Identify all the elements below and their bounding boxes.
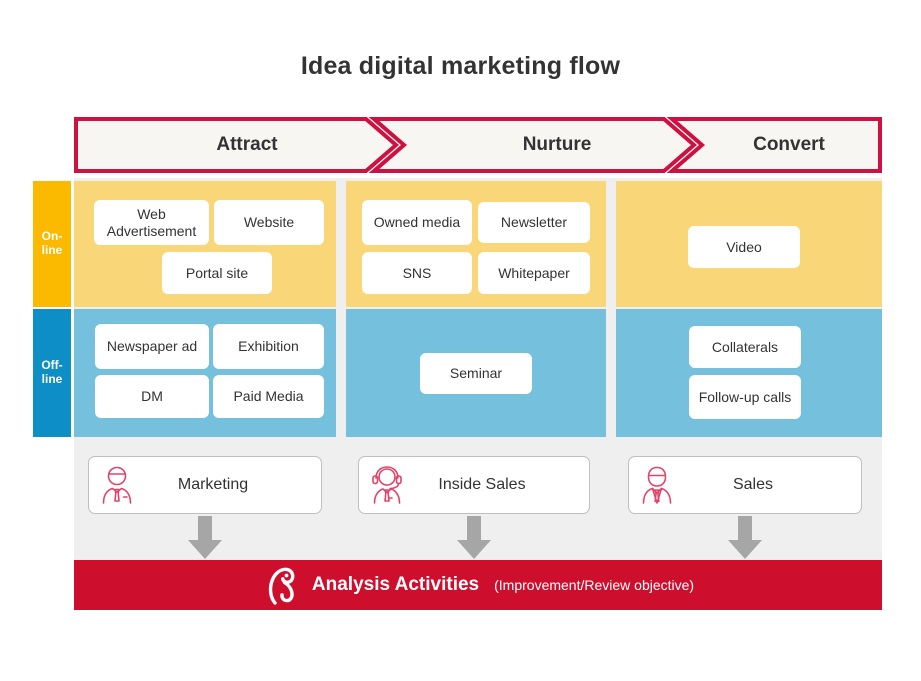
analysis-subtitle: (Improvement/Review objective) [494,577,695,593]
row-tab-offline: Off- line [33,309,71,437]
stage-label-attract[interactable]: Attract [82,117,412,173]
role-box-sales[interactable]: Sales [628,456,862,514]
row-tab-online-line1: On- [41,229,63,244]
channel-chip[interactable]: Follow-up calls [689,375,801,419]
row-tab-offline-line1: Off- [41,358,63,373]
row-tab-online-line2: line [41,243,63,257]
channel-chip[interactable]: Video [688,226,800,268]
channel-chip[interactable]: Web Advertisement [94,200,209,245]
down-arrow-nurture [454,516,494,560]
stage-label-convert[interactable]: Convert [694,117,884,173]
person-cap-tie-icon [89,465,145,505]
row-tab-offline-line2: line [41,372,63,386]
channel-chip[interactable]: Newspaper ad [95,324,209,369]
channel-chip[interactable]: SNS [362,252,472,294]
analysis-activities-bar: Analysis Activities (Improvement/Review … [74,560,882,610]
down-arrow-attract [185,516,225,560]
role-label: Sales [732,476,774,493]
row-tab-online: On- line [33,181,71,307]
role-box-inside-sales[interactable]: Inside Sales [358,456,590,514]
channel-chip[interactable]: Exhibition [213,324,324,369]
channel-chip[interactable]: Paid Media [213,375,324,418]
page-title: Idea digital marketing flow [300,52,621,80]
stage-label-nurture[interactable]: Nurture [392,117,722,173]
role-box-marketing[interactable]: Marketing [88,456,322,514]
channel-chip[interactable]: Newsletter [478,202,590,243]
person-headset-icon [359,465,415,505]
channel-chip[interactable]: Website [214,200,324,245]
channel-chip[interactable]: DM [95,375,209,418]
role-label: Marketing [177,476,249,493]
role-label: Inside Sales [438,476,526,493]
channel-chip[interactable]: Collaterals [689,326,801,368]
stage-header-bar: Attract Nurture Convert [74,117,882,173]
channel-chip[interactable]: Whitepaper [478,252,590,294]
channel-chip[interactable]: Seminar [420,353,532,394]
analysis-title: Analysis Activities [311,574,480,595]
channel-chip[interactable]: Portal site [162,252,272,294]
company-mark-icon [262,564,302,606]
person-suit-icon [629,465,685,505]
down-arrow-convert [725,516,765,560]
channel-chip[interactable]: Owned media [362,200,472,245]
